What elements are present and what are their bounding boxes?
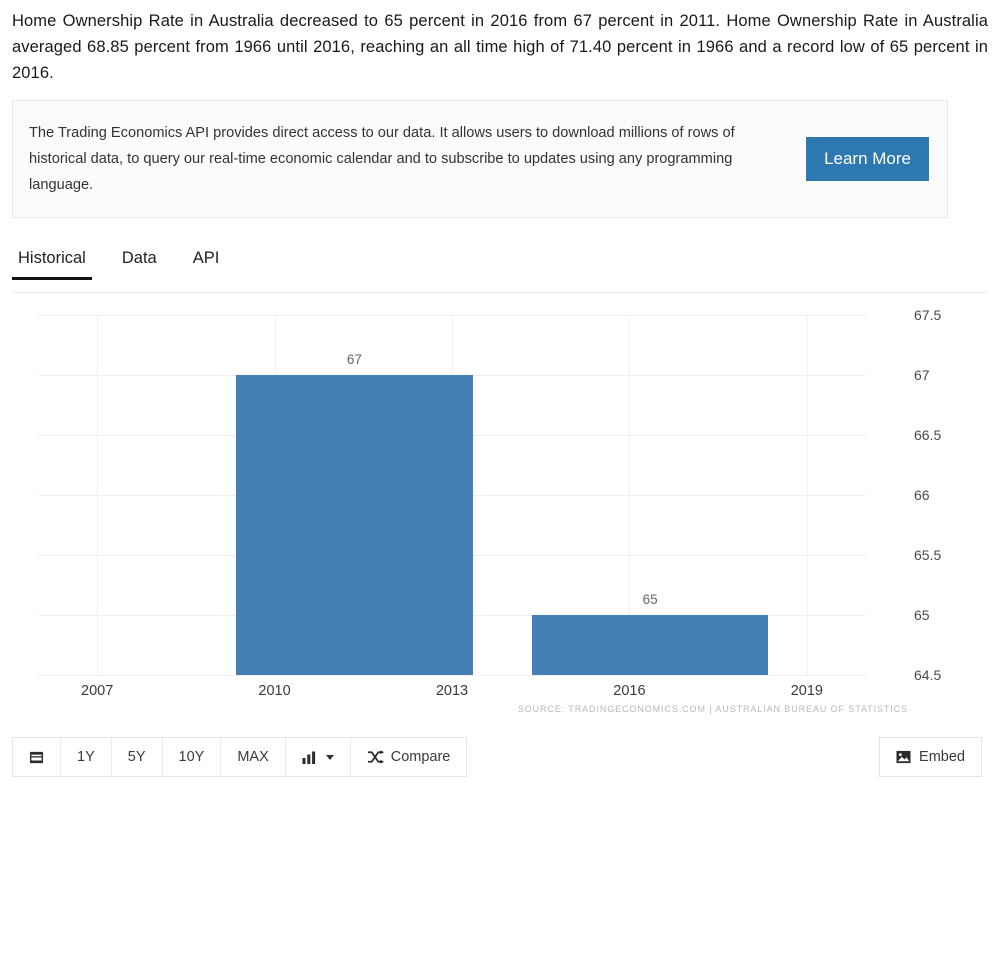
bar-value-label: 65: [642, 592, 658, 607]
api-promo-text: The Trading Economics API provides direc…: [29, 125, 735, 193]
image-icon: [896, 750, 911, 764]
y-axis-tick-label: 67: [914, 367, 930, 383]
chart-container[interactable]: 67.5 67 66.5 66 65.5 65 64.5 2007 2010 2013 2016 20…: [0, 300, 1000, 720]
compare-label: Compare: [390, 749, 451, 765]
tab-api[interactable]: API: [187, 243, 234, 280]
calendar-range-button[interactable]: [13, 738, 61, 776]
y-axis-tick-label: 65.5: [914, 547, 942, 563]
learn-more-button[interactable]: Learn More: [806, 137, 929, 181]
chart-toolbar: 1Y 5Y 10Y MAX Compare: [12, 737, 468, 777]
embed-label: Embed: [919, 749, 965, 765]
x-axis-tick-label: 2007: [81, 683, 114, 699]
chart-gridline-v: [97, 315, 99, 675]
bar-chart-icon: [302, 751, 317, 764]
x-axis-tick-label: 2010: [258, 683, 291, 699]
x-axis-tick-label: 2013: [435, 683, 469, 699]
chart-gridline-h: [38, 675, 866, 676]
chart-type-dropdown[interactable]: [285, 738, 351, 776]
chart-plot-area[interactable]: 67.5 67 66.5 66 65.5 65 64.5 2007 2010 2013 2016 20…: [38, 307, 941, 963]
tab-data[interactable]: Data: [116, 243, 171, 280]
x-axis-tick-label: 2019: [790, 683, 823, 699]
y-axis-tick-label: 67.5: [914, 307, 942, 323]
range-max-button[interactable]: MAX: [221, 738, 286, 776]
calendar-icon: [29, 750, 44, 765]
range-5y-button[interactable]: 5Y: [111, 738, 163, 776]
chart-bar[interactable]: [531, 615, 769, 675]
embed-button[interactable]: Embed: [879, 737, 982, 777]
range-1y-button[interactable]: 1Y: [61, 738, 112, 776]
api-promo-box: The Trading Economics API provides direc…: [12, 100, 948, 218]
tab-historical[interactable]: Historical: [12, 243, 100, 280]
chart-gridline-v: [806, 315, 808, 675]
shuffle-icon: [367, 750, 384, 764]
range-10y-button[interactable]: 10Y: [162, 738, 222, 776]
y-axis-tick-label: 64.5: [914, 667, 942, 683]
summary-paragraph: Home Ownership Rate in Australia decreas…: [12, 12, 988, 82]
chart-source-attribution: SOURCE: TRADINGECONOMICS.COM | AUSTRALIA…: [517, 704, 908, 714]
y-axis-tick-label: 66.5: [914, 427, 942, 443]
y-axis-tick-label: 65: [914, 607, 930, 623]
tab-bar: Historical Data API: [0, 243, 1000, 288]
x-axis-tick-label: 2016: [613, 683, 646, 699]
compare-button[interactable]: Compare: [350, 738, 467, 776]
y-axis-tick-label: 66: [914, 487, 930, 503]
tab-divider: [12, 292, 988, 293]
bar-value-label: 67: [346, 352, 362, 367]
chevron-down-icon: [325, 754, 334, 760]
chart-bar[interactable]: [236, 375, 473, 675]
